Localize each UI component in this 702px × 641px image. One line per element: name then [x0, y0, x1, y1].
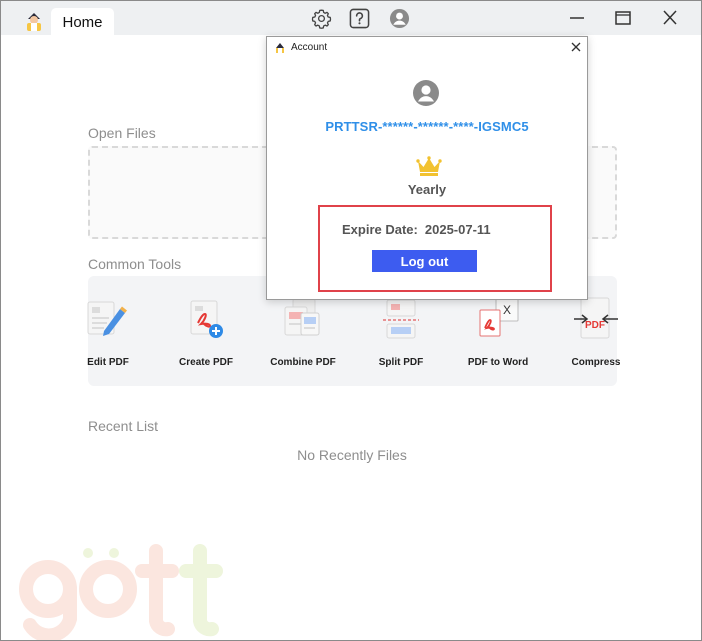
tool-split-pdf-label: Split PDF [378, 357, 424, 368]
tool-compress[interactable]: PDF Compress [546, 297, 646, 372]
combine-pdf-icon [284, 298, 320, 336]
recent-list-heading: Recent List [88, 418, 159, 434]
close-icon[interactable] [660, 9, 680, 27]
tool-edit-pdf-label: Edit PDF [87, 357, 129, 368]
crown-icon [416, 156, 442, 176]
minimize-icon[interactable] [567, 9, 587, 27]
maximize-icon[interactable] [613, 9, 633, 27]
edit-pdf-icon [87, 301, 127, 336]
gear-icon[interactable] [311, 8, 332, 29]
tool-combine-pdf[interactable]: Combine PDF [253, 297, 353, 372]
account-dialog-header: Account [267, 37, 587, 59]
app-logo-icon [27, 13, 41, 31]
empty-recent-message: No Recently Files [297, 447, 407, 463]
tool-combine-pdf-label: Combine PDF [270, 357, 336, 368]
tool-compress-label: Compress [571, 357, 621, 368]
close-icon[interactable] [570, 41, 582, 53]
tool-edit-pdf[interactable]: Edit PDF [58, 297, 158, 372]
plan-label: Yearly [407, 182, 447, 197]
account-dialog-title: Account [291, 42, 328, 53]
split-pdf-icon [383, 299, 419, 339]
tool-create-pdf[interactable]: Create PDF [156, 297, 256, 372]
common-tools-heading: Common Tools [88, 256, 182, 272]
expire-date-row: Expire Date: 2025-07-11 [342, 222, 491, 237]
tool-pdf-to-word-label: PDF to Word [467, 357, 529, 368]
tool-pdf-to-word[interactable]: X PDF to Word [448, 297, 548, 372]
logout-button[interactable]: Log out [372, 250, 477, 272]
user-icon[interactable] [389, 8, 410, 29]
pdf-to-word-icon: X [479, 297, 519, 337]
open-files-heading: Open Files [88, 125, 156, 141]
avatar-icon [413, 80, 439, 106]
create-pdf-icon [190, 300, 223, 338]
expire-date-label: Expire Date: [342, 222, 418, 237]
help-icon[interactable] [349, 8, 370, 29]
app-window: Home Open Files Common Tools Edit PDF Cr… [0, 0, 702, 641]
tool-split-pdf[interactable]: Split PDF [351, 297, 451, 372]
compress-pdf-icon: PDF [574, 297, 618, 339]
app-logo-icon [276, 43, 284, 53]
tool-create-pdf-label: Create PDF [179, 357, 233, 368]
svg-text:X: X [503, 303, 511, 317]
watermark-logo-icon [19, 544, 223, 640]
svg-text:PDF: PDF [585, 320, 605, 331]
tab-home[interactable]: Home [51, 8, 114, 36]
account-dialog: Account PRTTSR-******-******-****-IGSMC5… [266, 36, 588, 300]
license-key: PRTTSR-******-******-****-IGSMC5 [325, 119, 529, 134]
highlight-box [318, 205, 552, 292]
title-bar: Home [1, 1, 701, 36]
expire-date-value: 2025-07-11 [424, 222, 491, 237]
